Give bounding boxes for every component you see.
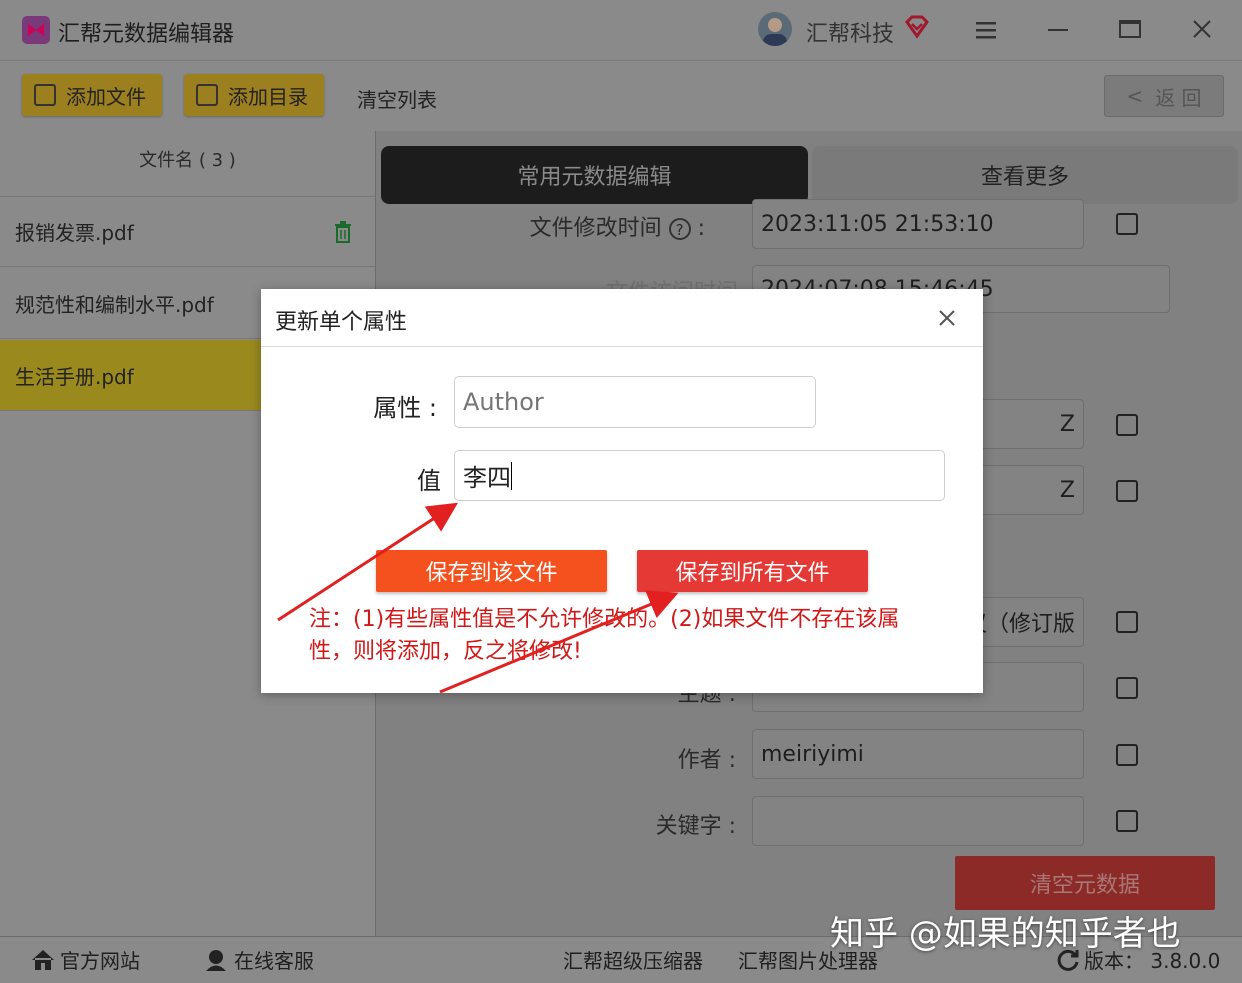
watermark-text: 知乎 @如果的知乎者也 xyxy=(830,914,1181,954)
arrow-to-value-input xyxy=(277,502,459,622)
annotation-arrows xyxy=(277,502,679,694)
arrow-to-save-all-button xyxy=(439,590,679,694)
